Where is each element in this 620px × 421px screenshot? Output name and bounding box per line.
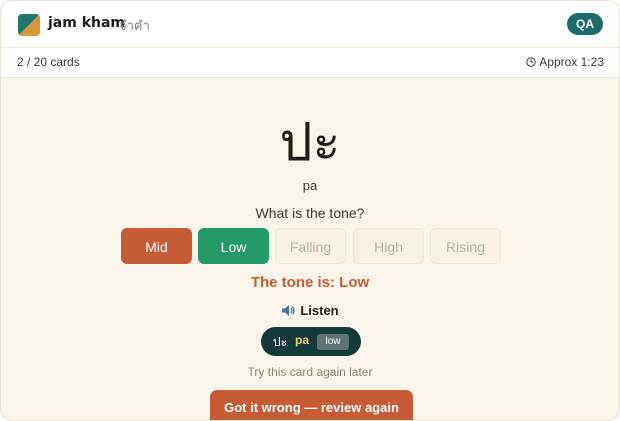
romanization: pa (302, 178, 318, 193)
app-logo-icon[interactable] (18, 14, 40, 36)
listen-button[interactable]: Listen (1, 303, 619, 320)
thai-word: ปะ (279, 113, 341, 173)
tone-option-mid[interactable]: Mid (121, 228, 192, 264)
progress-bar-row: 2 / 20 cards Approx 1:23 (1, 48, 619, 78)
app-header: jam kham จำคำ QA (1, 1, 619, 48)
listen-label: Listen (300, 303, 339, 318)
app-window: jam kham จำคำ QA 2 / 20 cards Approx 1:2… (0, 0, 620, 421)
pill-romanization: pa (295, 333, 310, 347)
app-name: jam kham (48, 15, 126, 31)
answer-feedback: The tone is: Low (250, 274, 370, 291)
tone-question: What is the tone? (255, 205, 365, 221)
timer-text: Approx 1:23 (539, 55, 604, 69)
tone-option-falling[interactable]: Falling (275, 228, 346, 264)
audio-play-pill[interactable]: ปะ pa low (261, 327, 361, 356)
retry-hint: Try this card again later (247, 365, 373, 379)
review-again-button[interactable]: Got it wrong — review again (210, 390, 413, 420)
app-subname: จำคำ (119, 19, 150, 34)
card-progress-count: 2 / 20 cards (17, 55, 80, 69)
speaker-icon (281, 304, 296, 320)
clock-icon (526, 56, 536, 70)
tone-options: Mid Low Falling High Rising (121, 228, 501, 264)
time-estimate: Approx 1:23 (526, 55, 604, 70)
flashcard: ปะ pa What is the tone? Mid Low Falling … (1, 78, 619, 420)
qa-badge[interactable]: QA (567, 13, 603, 35)
pill-thai-word: ปะ (273, 335, 288, 349)
tone-option-high[interactable]: High (353, 228, 424, 264)
tone-option-low[interactable]: Low (198, 228, 269, 264)
pill-tone-tag: low (317, 334, 349, 350)
tone-option-rising[interactable]: Rising (430, 228, 501, 264)
